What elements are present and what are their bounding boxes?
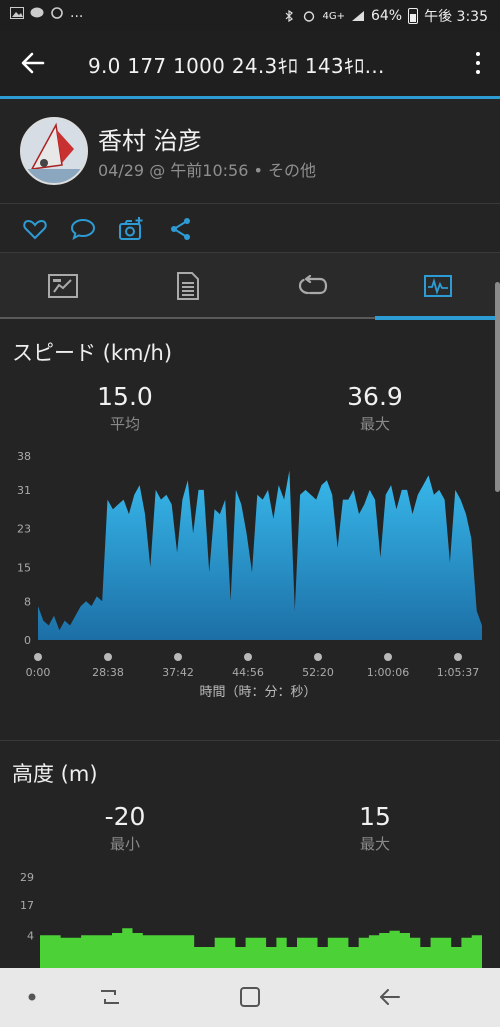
sync-icon (51, 7, 63, 19)
share-icon[interactable] (168, 216, 194, 242)
speed-y-tick-label: 23 (17, 523, 31, 536)
bluetooth-icon (286, 10, 294, 22)
speed-section-title: スピード (km/h) (12, 341, 173, 365)
avatar[interactable] (20, 117, 88, 185)
elevation-max-label: 最大 (359, 835, 390, 853)
elevation-max-value: 15 (359, 802, 391, 831)
speed-area-series (38, 470, 482, 640)
laps-tab-icon (298, 275, 327, 295)
speed-x-tick-marker (454, 653, 462, 661)
speed-x-tick-marker (244, 653, 252, 661)
speed-x-tick-label: 0:00 (26, 666, 51, 679)
elevation-area-series (40, 928, 482, 968)
recents-button[interactable] (95, 982, 125, 1012)
add-photo-icon[interactable] (118, 216, 144, 242)
speed-x-tick-label: 28:38 (92, 666, 124, 679)
status-bar: ... 4G+ 64% 午後 3:35 (0, 0, 500, 30)
action-row (0, 204, 500, 252)
speed-x-tick-label: 1:05:37 (437, 666, 479, 679)
battery-icon (408, 8, 419, 24)
tab-details[interactable] (125, 253, 250, 319)
tab-bar (0, 253, 500, 319)
like-icon[interactable] (22, 216, 48, 242)
status-more: ... (70, 5, 84, 21)
charts-tab-icon (423, 275, 452, 297)
elevation-chart[interactable]: 29 17 4 (0, 866, 500, 968)
active-tab-indicator (375, 316, 500, 320)
speed-average-label: 平均 (109, 415, 140, 433)
elevation-min-label: 最小 (109, 835, 140, 853)
status-left: ... (10, 5, 83, 21)
system-nav-bar (0, 968, 500, 1027)
alarm-icon (304, 11, 315, 22)
activity-meta: 04/29 @ 午前10:56 • その他 (98, 161, 317, 180)
message-icon (30, 7, 44, 18)
speed-x-tick-label: 37:42 (162, 666, 194, 679)
speed-x-tick-label: 52:20 (302, 666, 334, 679)
speed-x-tick-marker (314, 653, 322, 661)
speed-x-axis-title: 時間（時：分：秒） (199, 685, 316, 700)
speed-y-tick-label: 0 (24, 634, 31, 647)
battery-percent: 64% (370, 8, 403, 24)
speed-x-tick-marker (34, 653, 42, 661)
speed-x-tick-marker (174, 653, 182, 661)
comment-icon[interactable] (70, 216, 96, 242)
back-arrow-icon[interactable] (18, 48, 48, 78)
speed-y-tick-label: 31 (17, 484, 31, 497)
elevation-y-tick-label: 4 (27, 929, 34, 942)
speed-x-tick-label: 1:00:06 (367, 666, 409, 679)
status-right: 4G+ 64% 午後 3:35 (282, 6, 488, 26)
elevation-min-stat: -20 最小 (45, 802, 205, 854)
speed-y-tick-label: 38 (17, 450, 31, 463)
speed-max-label: 最大 (359, 415, 390, 433)
speed-x-tick-label: 44:56 (232, 666, 264, 679)
elevation-min-value: -20 (104, 802, 146, 831)
tab-charts[interactable] (375, 253, 500, 319)
app-bar: 9.0 177 1000 24.3ｷﾛ 143ｷﾛ… (0, 30, 500, 96)
back-button[interactable] (375, 982, 405, 1012)
athlete-name: 香村 治彦 (98, 127, 202, 155)
speed-x-tick-marker (384, 653, 392, 661)
speed-chart[interactable]: 38 31 23 15 8 0 0:00 28:38 37:42 44:56 52:20 1:00:… (0, 440, 500, 710)
activity-header: 香村 治彦 04/29 @ 午前10:56 • その他 (0, 99, 500, 203)
speed-max-stat: 36.9 最大 (295, 382, 455, 434)
home-button[interactable] (235, 982, 265, 1012)
speed-y-tick-label: 8 (24, 595, 31, 608)
elevation-max-stat: 15 最大 (295, 802, 455, 854)
speed-average-stat: 15.0 平均 (45, 382, 205, 434)
signal-icon (351, 11, 364, 21)
tab-laps[interactable] (250, 253, 375, 319)
network-type: 4G+ (322, 10, 345, 22)
overflow-menu-icon[interactable] (474, 50, 482, 76)
activity-summary-title: 9.0 177 1000 24.3ｷﾛ 143ｷﾛ… (88, 54, 385, 78)
assistant-dot-icon[interactable] (18, 982, 48, 1012)
tab-overview[interactable] (0, 253, 125, 319)
image-icon (10, 7, 24, 19)
avatar-photo (22, 119, 86, 183)
speed-average-value: 15.0 (97, 382, 153, 411)
overview-tab-icon (47, 274, 78, 298)
elevation-y-tick-label: 17 (20, 899, 34, 912)
speed-max-value: 36.9 (347, 382, 403, 411)
status-time: 午後 3:35 (424, 9, 488, 25)
speed-y-tick-label: 15 (17, 561, 31, 574)
speed-x-tick-marker (104, 653, 112, 661)
divider (0, 740, 500, 741)
elevation-section-title: 高度 (m) (12, 762, 98, 786)
details-tab-icon (176, 272, 199, 300)
elevation-y-tick-label: 29 (20, 871, 34, 884)
